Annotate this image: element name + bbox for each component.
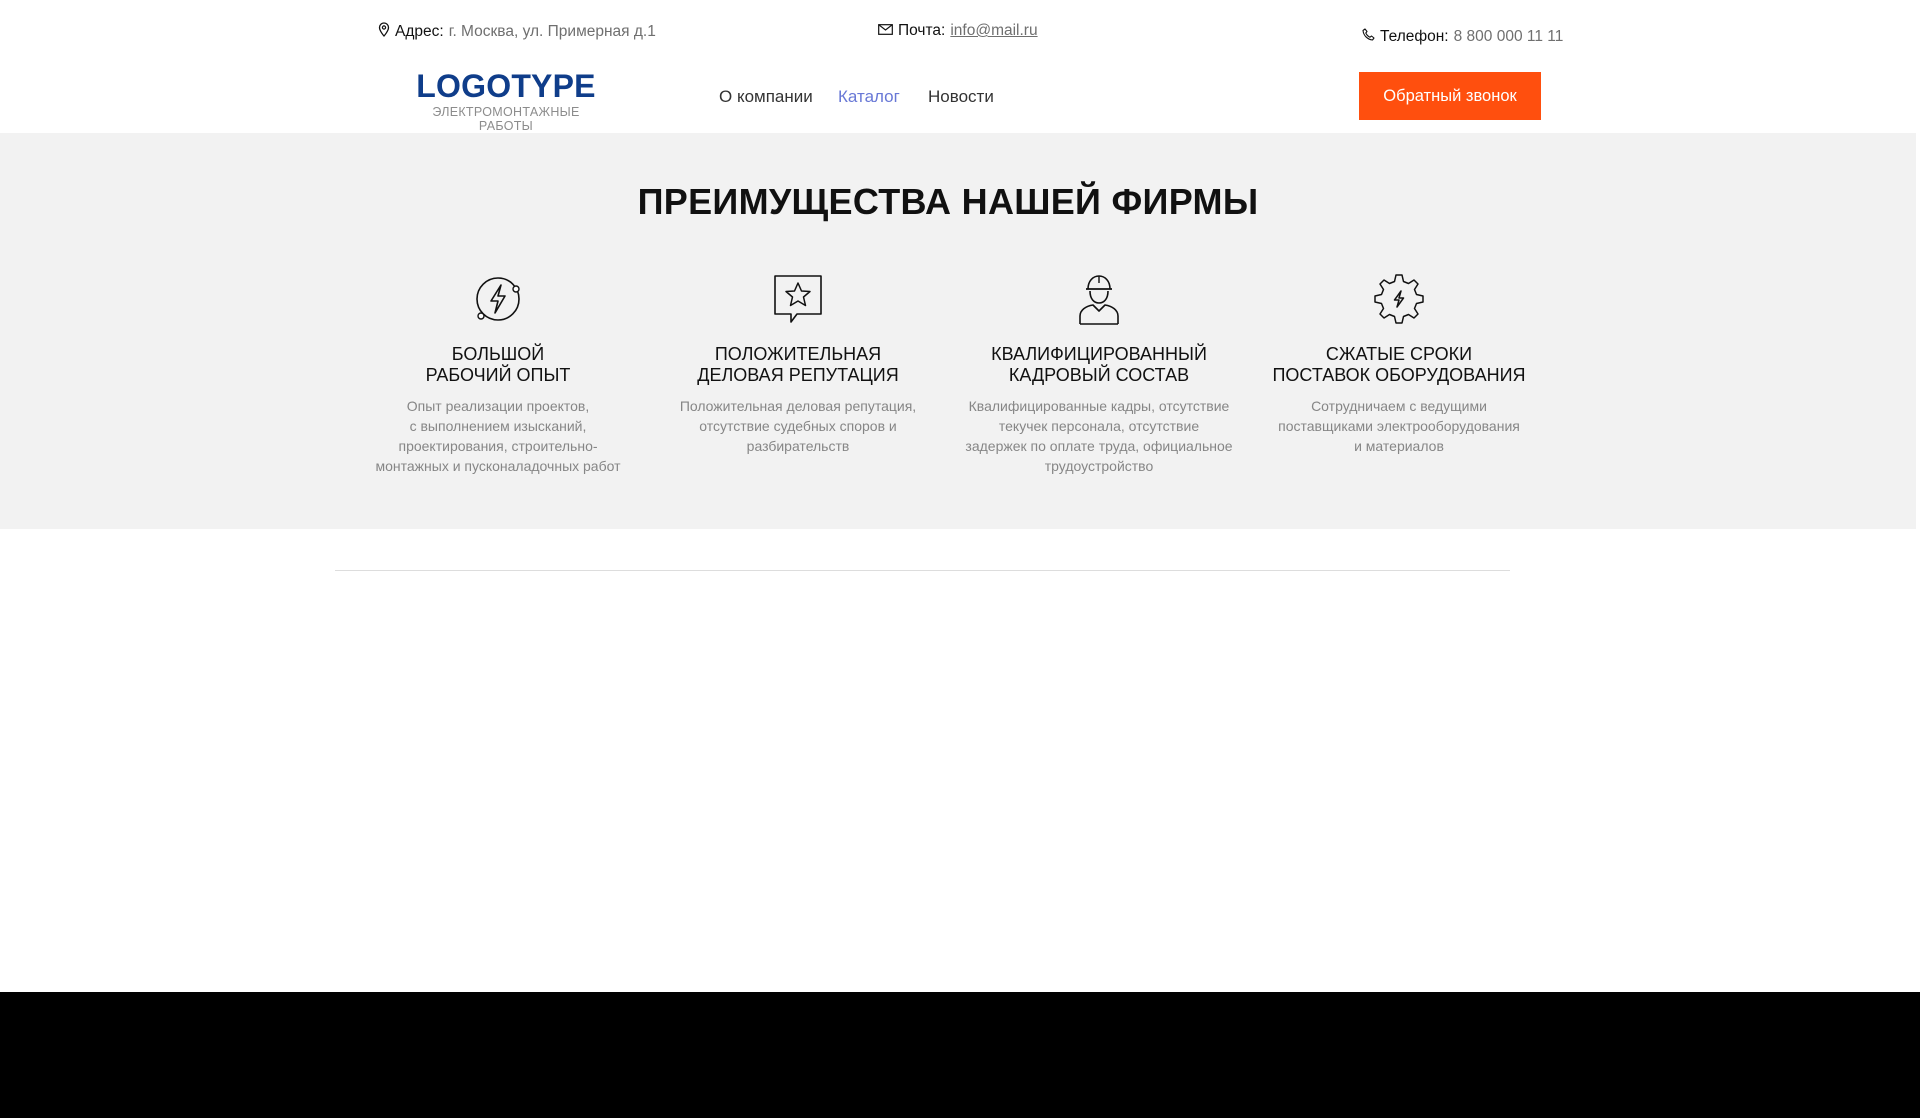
advantage-heading: СЖАТЫЕ СРОКИ ПОСТАВОК ОБОРУДОВАНИЯ bbox=[1272, 344, 1526, 385]
advantage-heading: ПОЛОЖИТЕЛЬНАЯ ДЕЛОВАЯ РЕПУТАЦИЯ bbox=[697, 344, 899, 385]
address-label: Адрес: bbox=[395, 23, 444, 40]
section-divider bbox=[335, 570, 1510, 571]
email-info: Почта: info@mail.ru bbox=[878, 22, 1038, 40]
advantage-item-reputation: ПОЛОЖИТЕЛЬНАЯ ДЕЛОВАЯ РЕПУТАЦИЯ Положите… bbox=[663, 272, 933, 456]
star-chat-icon bbox=[771, 272, 825, 326]
location-pin-icon bbox=[378, 22, 395, 42]
advantage-item-experience: БОЛЬШОЙ РАБОЧИЙ ОПЫТ Опыт реализации про… bbox=[363, 272, 633, 476]
email-link[interactable]: info@mail.ru bbox=[950, 22, 1037, 40]
footer bbox=[0, 992, 1920, 1118]
advantage-item-staff: КВАЛИФИЦИРОВАННЫЙ КАДРОВЫЙ СОСТАВ Квалиф… bbox=[964, 272, 1234, 476]
phone-label: Телефон: bbox=[1380, 28, 1449, 45]
logo-title: LOGOTYPE bbox=[416, 68, 596, 104]
advantage-heading: КВАЛИФИЦИРОВАННЫЙ КАДРОВЫЙ СОСТАВ bbox=[991, 344, 1207, 385]
email-label: Почта: bbox=[898, 22, 946, 39]
envelope-icon bbox=[878, 22, 898, 40]
gear-lightning-icon bbox=[1372, 272, 1426, 326]
advantage-text: Сотрудничаем с ведущими поставщиками эле… bbox=[1278, 398, 1520, 454]
advantage-text: Опыт реализации проектов, с выполнением … bbox=[375, 398, 621, 474]
advantages-section: ПРЕИМУЩЕСТВА НАШЕЙ ФИРМЫ БОЛЬШОЙ РАБОЧИЙ… bbox=[0, 133, 1916, 529]
advantage-heading: БОЛЬШОЙ РАБОЧИЙ ОПЫТ bbox=[425, 344, 571, 385]
advantage-item-delivery: СЖАТЫЕ СРОКИ ПОСТАВОК ОБОРУДОВАНИЯ Сотру… bbox=[1264, 272, 1534, 456]
address-info: Адрес: г. Москва, ул. Примерная д.1 bbox=[378, 22, 656, 42]
phone-value[interactable]: 8 800 000 11 11 bbox=[1454, 28, 1564, 46]
phone-icon bbox=[1362, 28, 1380, 46]
advantage-text: Положительная деловая репутация, отсутст… bbox=[679, 398, 917, 454]
callback-button[interactable]: Обратный звонок bbox=[1359, 72, 1541, 120]
logo-subtitle: ЭЛЕКТРОМОНТАЖНЫЕ РАБОТЫ bbox=[432, 105, 580, 133]
worker-helmet-icon bbox=[1072, 272, 1126, 326]
advantages-title: ПРЕИМУЩЕСТВА НАШЕЙ ФИРМЫ bbox=[637, 181, 1259, 222]
nav-item-news[interactable]: Новости bbox=[928, 87, 994, 107]
logo[interactable]: LOGOTYPE ЭЛЕКТРОМОНТАЖНЫЕ РАБОТЫ bbox=[408, 68, 604, 133]
nav-item-about[interactable]: О компании bbox=[719, 87, 813, 107]
address-value: г. Москва, ул. Примерная д.1 bbox=[448, 23, 656, 40]
lightning-plug-icon bbox=[471, 272, 525, 326]
nav-item-catalog[interactable]: Каталог bbox=[838, 87, 900, 107]
phone-info: Телефон: 8 800 000 11 11 bbox=[1362, 28, 1563, 46]
advantage-text: Квалифицированные кадры, отсутствие теку… bbox=[965, 398, 1233, 474]
